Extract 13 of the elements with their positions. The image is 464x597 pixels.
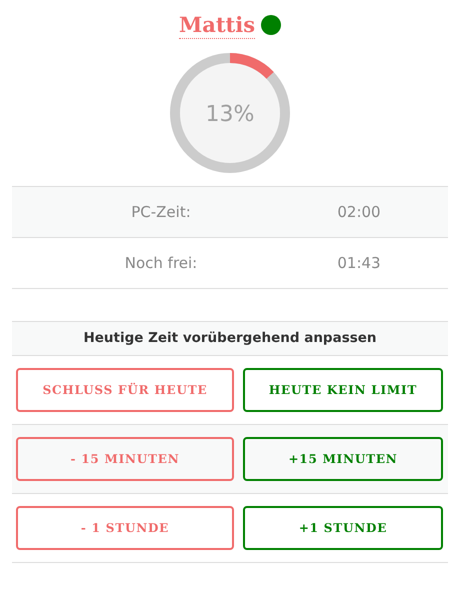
adjust-button[interactable]: +1 STUNDE xyxy=(243,506,443,550)
adjust-heading: Heutige Zeit vorübergehend anpassen xyxy=(12,322,448,356)
stat-label: Noch frei: xyxy=(124,254,198,272)
adjust-button[interactable]: HEUTE KEIN LIMIT xyxy=(243,368,443,412)
user-name[interactable]: Mattis xyxy=(178,12,256,38)
adjust-button[interactable]: - 15 MINUTEN xyxy=(16,437,234,481)
adjust-button[interactable]: SCHLUSS FÜR HEUTE xyxy=(16,368,234,412)
stat-label: PC-Zeit: xyxy=(130,203,192,221)
adjust-button[interactable]: - 1 STUNDE xyxy=(16,506,234,550)
percent-text: 13% xyxy=(206,102,254,127)
adjust-button[interactable]: +15 MINUTEN xyxy=(243,437,443,481)
stat-value: 01:43 xyxy=(336,254,382,272)
stat-value: 02:00 xyxy=(336,203,382,221)
